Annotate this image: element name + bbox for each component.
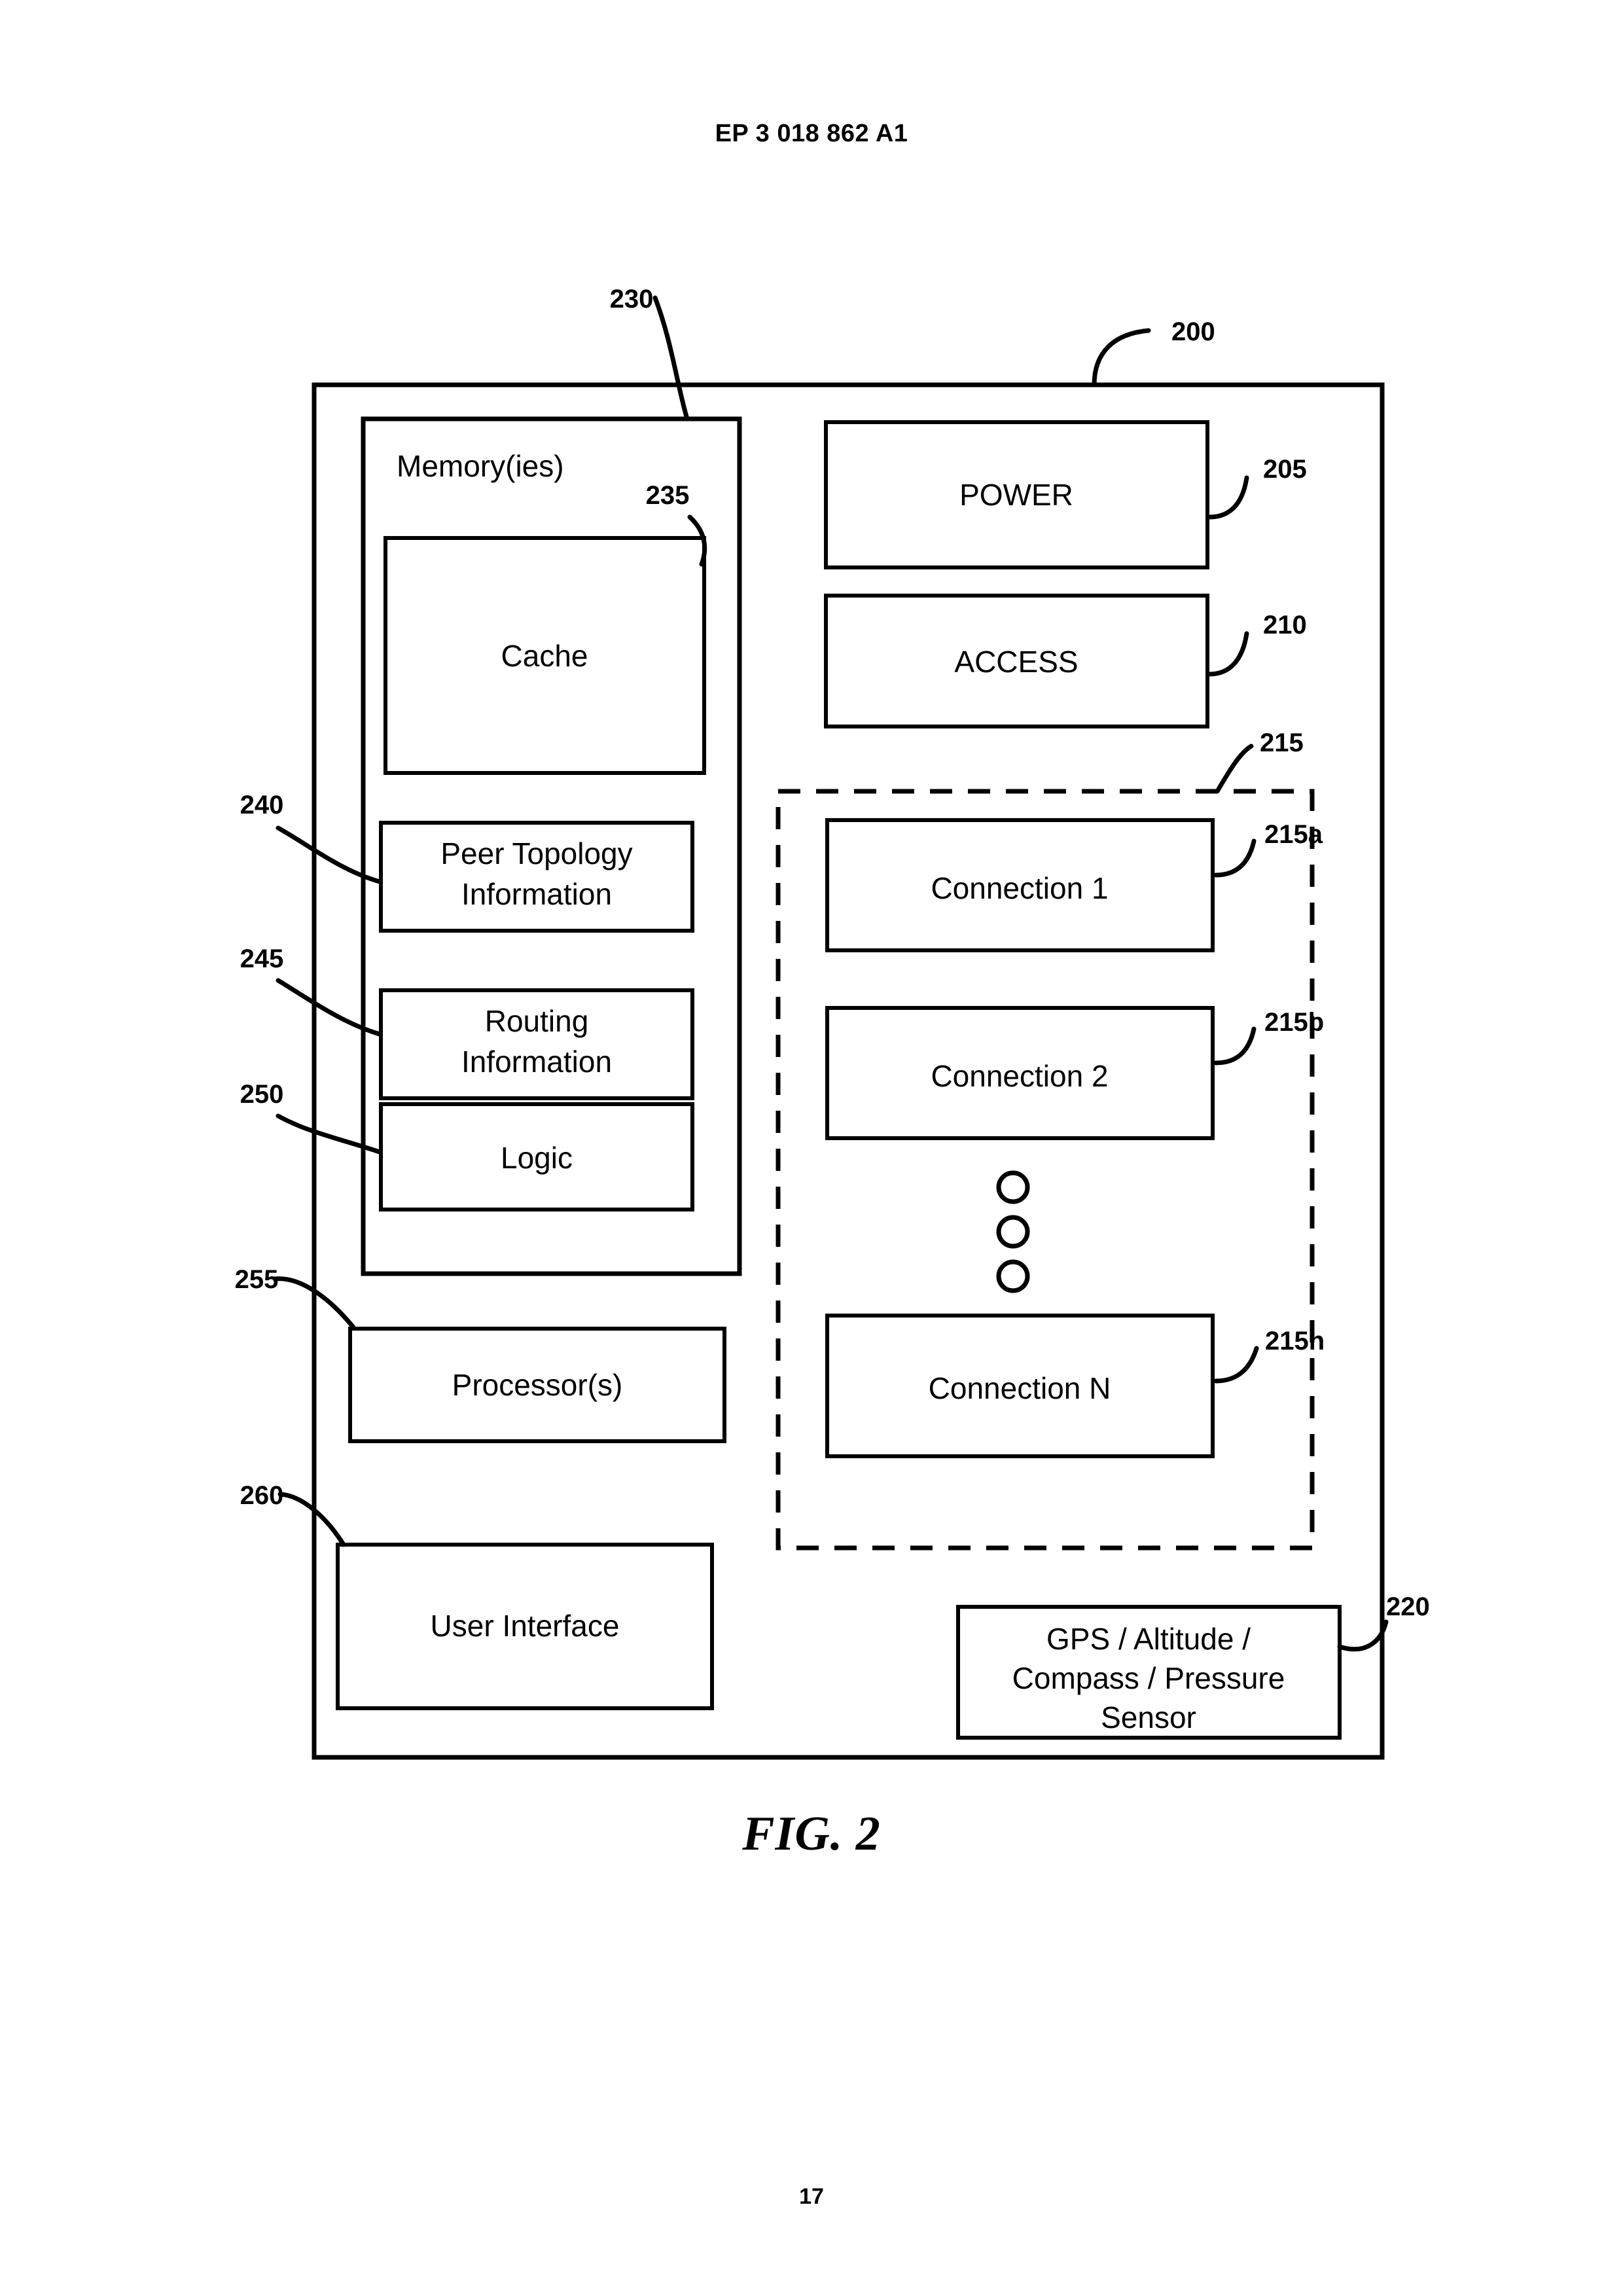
figure-caption: FIG. 2 [742, 1807, 881, 1861]
ellipsis-circle-2 [996, 1215, 1030, 1249]
peer-topology-label-line2: Information [461, 877, 612, 911]
ref-number-230: 230 [610, 285, 654, 314]
routing-info-label-line2: Information [461, 1045, 612, 1079]
processor-label: Processor(s) [452, 1368, 623, 1402]
leader-line-215 [1215, 744, 1254, 794]
ellipsis-circle-3 [996, 1259, 1030, 1293]
ref-number-215n: 215n [1265, 1327, 1325, 1355]
connection-2-label: Connection 2 [931, 1059, 1108, 1093]
leader-line-220 [1337, 1619, 1389, 1652]
routing-info-label-line1: Routing [485, 1004, 589, 1038]
ref-number-240: 240 [240, 791, 284, 819]
user-interface-label: User Interface [431, 1609, 620, 1643]
sensor-label-line2: Compass / Pressure [1012, 1661, 1285, 1695]
peer-topology-label-line1: Peer Topology [440, 836, 632, 870]
ref-number-215: 215 [1260, 728, 1304, 757]
ref-number-245: 245 [240, 944, 284, 973]
access-label: ACCESS [954, 645, 1078, 679]
ref-number-200: 200 [1171, 317, 1215, 346]
connection-n-label: Connection N [929, 1371, 1111, 1405]
leader-line-230 [652, 295, 690, 422]
leader-line-215n [1213, 1346, 1259, 1384]
leader-line-215a [1213, 838, 1257, 878]
ref-number-260: 260 [240, 1481, 284, 1510]
sensor-label-line1: GPS / Altitude / [1046, 1622, 1251, 1656]
leader-line-200 [1092, 328, 1151, 387]
ellipsis-circle-1 [996, 1170, 1030, 1204]
memory-title: Memory(ies) [397, 449, 564, 483]
leader-line-210 [1207, 631, 1249, 677]
leader-line-205 [1207, 475, 1249, 520]
power-label: POWER [959, 478, 1073, 512]
ref-number-220: 220 [1386, 1592, 1430, 1621]
leader-line-235 [687, 514, 707, 567]
sensor-label-line3: Sensor [1101, 1700, 1196, 1734]
ref-number-205: 205 [1263, 455, 1307, 484]
ref-number-255: 255 [235, 1265, 279, 1294]
cache-label: Cache [501, 639, 588, 673]
leader-line-215b [1213, 1026, 1257, 1066]
ref-number-215b: 215b [1264, 1008, 1324, 1037]
connection-1-label: Connection 1 [931, 871, 1108, 905]
figure-2-diagram: 200 Memory(ies) 230 Cache 235 Peer Topol… [235, 285, 1430, 1760]
ref-number-215a: 215a [1264, 820, 1323, 849]
ref-number-235: 235 [646, 481, 690, 510]
ref-number-250: 250 [240, 1080, 284, 1109]
logic-label: Logic [501, 1141, 573, 1175]
patent-page: EP 3 018 862 A1 200 Memory(ies) 230 Cach… [0, 0, 1623, 2296]
ref-number-210: 210 [1263, 611, 1307, 639]
page-number: 17 [799, 2184, 824, 2209]
